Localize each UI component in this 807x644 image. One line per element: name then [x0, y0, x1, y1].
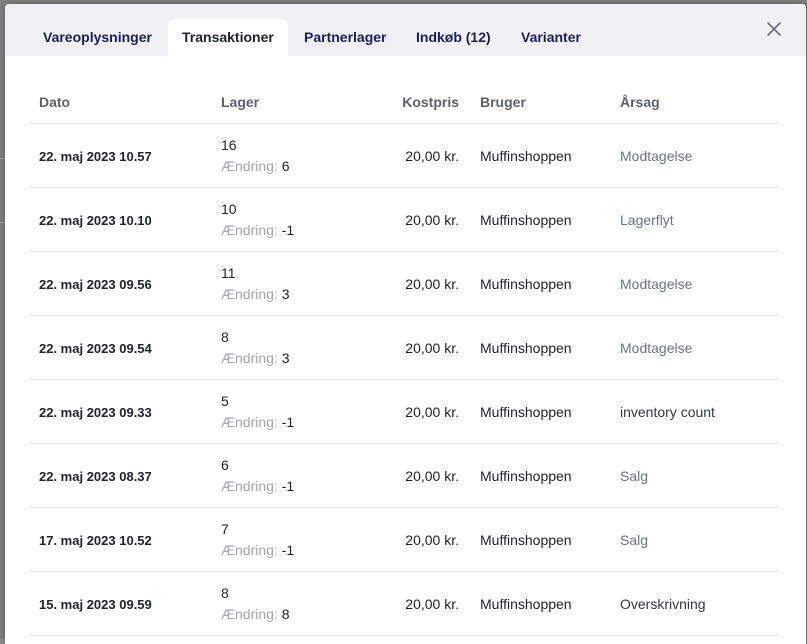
- transactions-table: Dato Lager Kostpris Bruger Årsag 22. maj…: [28, 64, 780, 636]
- change-label: Ændring:: [221, 606, 278, 622]
- table-row[interactable]: 22. maj 2023 09.33 5 Ændring: -1 20,00 kr. M…: [28, 380, 780, 444]
- header-cost: Kostpris: [402, 94, 459, 110]
- row-cost: 20,00 kr.: [405, 468, 459, 484]
- product-modal: Vareoplysninger Transaktioner Partnerlag…: [5, 4, 806, 644]
- change-value: -1: [281, 542, 295, 558]
- row-user: Muffinshoppen: [480, 276, 572, 292]
- row-user: Muffinshoppen: [480, 468, 572, 484]
- change-value: 6: [281, 158, 290, 174]
- row-stock: 8: [221, 329, 229, 345]
- row-cost: 20,00 kr.: [405, 212, 459, 228]
- header-reason: Årsag: [620, 94, 660, 110]
- row-date: 22. maj 2023 10.57: [39, 149, 152, 164]
- row-stock: 6: [221, 457, 229, 473]
- row-change: Ændring: 6: [221, 158, 290, 174]
- row-user: Muffinshoppen: [480, 212, 572, 228]
- row-stock: 7: [221, 521, 229, 537]
- row-date: 22. maj 2023 09.54: [39, 341, 152, 356]
- change-label: Ændring:: [221, 350, 278, 366]
- row-change: Ændring: -1: [221, 478, 294, 494]
- row-reason: Modtagelse: [620, 276, 693, 292]
- tab-transaktioner[interactable]: Transaktioner: [168, 19, 288, 56]
- header-user: Bruger: [480, 94, 526, 110]
- table-header: Dato Lager Kostpris Bruger Årsag: [28, 64, 780, 124]
- table-row[interactable]: 22. maj 2023 08.37 6 Ændring: -1 20,00 kr. M…: [28, 444, 780, 508]
- change-label: Ændring:: [221, 158, 278, 174]
- table-body: 22. maj 2023 10.57 16 Ændring: 6 20,00 kr. M…: [28, 124, 780, 636]
- tab-indkob[interactable]: Indkøb (12): [402, 19, 505, 56]
- row-reason: Salg: [620, 468, 649, 484]
- tab-vareoplysninger[interactable]: Vareoplysninger: [29, 19, 166, 56]
- row-cost: 20,00 kr.: [405, 340, 459, 356]
- row-reason: Overskrivning: [620, 596, 706, 612]
- table-row[interactable]: 22. maj 2023 10.10 10 Ændring: -1 20,00 kr.…: [28, 188, 780, 252]
- change-value: -1: [281, 414, 295, 430]
- tab-bar: Vareoplysninger Transaktioner Partnerlag…: [5, 4, 806, 56]
- change-label: Ændring:: [221, 414, 278, 430]
- row-stock: 5: [221, 393, 229, 409]
- row-reason: Modtagelse: [620, 148, 693, 164]
- row-cost: 20,00 kr.: [405, 532, 459, 548]
- change-value: 3: [281, 286, 290, 302]
- row-date: 22. maj 2023 10.10: [39, 213, 152, 228]
- row-user: Muffinshoppen: [480, 148, 572, 164]
- row-reason: Modtagelse: [620, 340, 693, 356]
- row-change: Ændring: 3: [221, 286, 290, 302]
- row-date: 17. maj 2023 10.52: [39, 533, 152, 548]
- row-cost: 20,00 kr.: [405, 148, 459, 164]
- row-stock: 10: [221, 201, 237, 217]
- close-icon: [767, 22, 781, 36]
- change-value: 8: [281, 606, 290, 622]
- change-label: Ændring:: [221, 542, 278, 558]
- tab-varianter[interactable]: Varianter: [507, 19, 595, 56]
- row-stock: 8: [221, 585, 229, 601]
- change-label: Ændring:: [221, 478, 278, 494]
- row-change: Ændring: 8: [221, 606, 290, 622]
- tab-partnerlager[interactable]: Partnerlager: [290, 19, 400, 56]
- header-stock: Lager: [221, 94, 260, 110]
- row-user: Muffinshoppen: [480, 596, 572, 612]
- header-date: Dato: [39, 94, 71, 110]
- row-stock: 16: [221, 137, 237, 153]
- row-cost: 20,00 kr.: [405, 404, 459, 420]
- row-cost: 20,00 kr.: [405, 596, 459, 612]
- row-user: Muffinshoppen: [480, 404, 572, 420]
- change-value: -1: [281, 478, 295, 494]
- row-date: 22. maj 2023 08.37: [39, 469, 152, 484]
- table-row[interactable]: 22. maj 2023 09.56 11 Ændring: 3 20,00 kr. M…: [28, 252, 780, 316]
- row-change: Ændring: -1: [221, 414, 294, 430]
- row-user: Muffinshoppen: [480, 532, 572, 548]
- change-label: Ændring:: [221, 222, 278, 238]
- row-date: 22. maj 2023 09.56: [39, 277, 152, 292]
- row-reason: Lagerflyt: [620, 212, 674, 228]
- change-value: -1: [281, 222, 295, 238]
- row-reason: Salg: [620, 532, 649, 548]
- change-value: 3: [281, 350, 290, 366]
- row-change: Ændring: 3: [221, 350, 290, 366]
- table-row[interactable]: 15. maj 2023 09.59 8 Ændring: 8 20,00 kr. Mu…: [28, 572, 780, 636]
- row-change: Ændring: -1: [221, 542, 294, 558]
- row-date: 15. maj 2023 09.59: [39, 597, 152, 612]
- row-change: Ændring: -1: [221, 222, 294, 238]
- table-row[interactable]: 22. maj 2023 09.54 8 Ændring: 3 20,00 kr. Mu…: [28, 316, 780, 380]
- row-cost: 20,00 kr.: [405, 276, 459, 292]
- table-row[interactable]: 17. maj 2023 10.52 7 Ændring: -1 20,00 kr. M…: [28, 508, 780, 572]
- change-label: Ændring:: [221, 286, 278, 302]
- close-button[interactable]: [765, 20, 783, 38]
- row-user: Muffinshoppen: [480, 340, 572, 356]
- row-stock: 11: [221, 265, 236, 281]
- row-date: 22. maj 2023 09.33: [39, 405, 152, 420]
- table-row[interactable]: 22. maj 2023 10.57 16 Ændring: 6 20,00 kr. M…: [28, 124, 780, 188]
- row-reason: inventory count: [620, 404, 715, 420]
